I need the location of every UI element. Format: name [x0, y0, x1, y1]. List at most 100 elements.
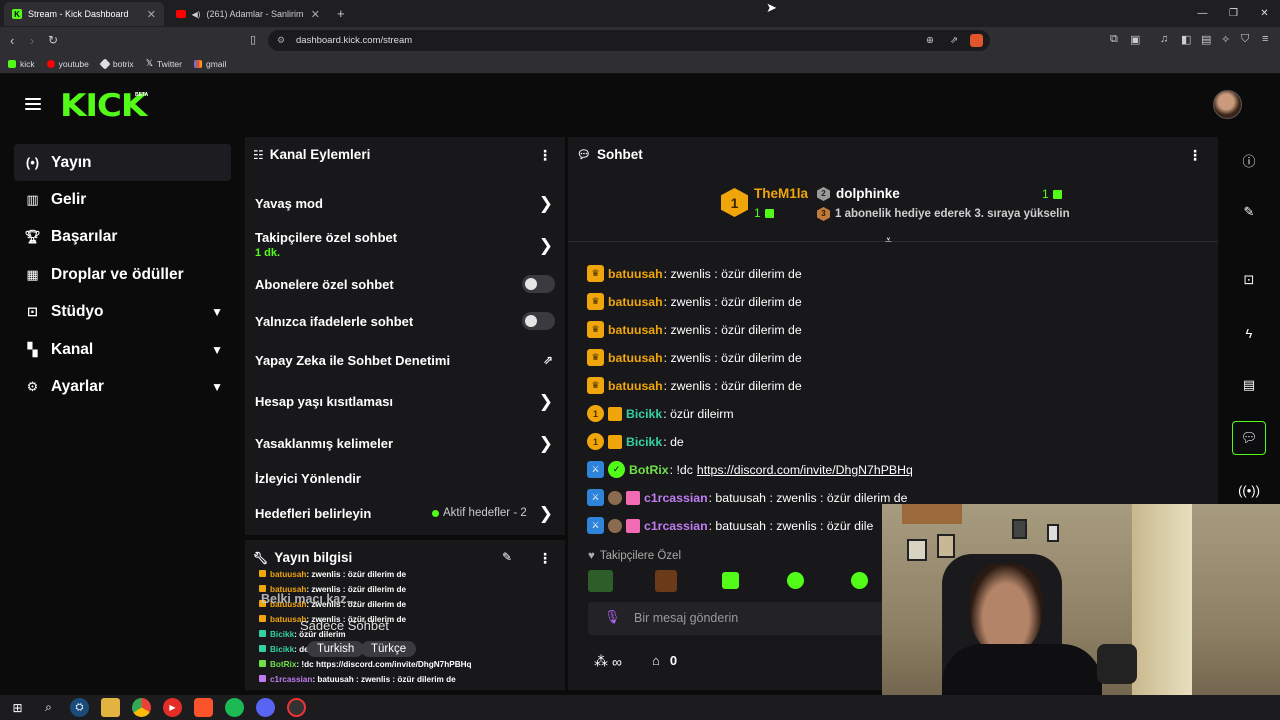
media-player-icon[interactable]: ▶	[163, 698, 182, 717]
sidebar-item-basarilar[interactable]: 🏆︎ Başarılar	[14, 218, 231, 255]
info-icon[interactable]: ⓘ	[1232, 143, 1266, 177]
screenshot-icon[interactable]: ▣	[1130, 33, 1140, 46]
music-icon[interactable]: ♫	[1160, 33, 1168, 45]
kick-logo[interactable]: KICK	[60, 88, 147, 124]
user-avatar[interactable]	[1213, 90, 1242, 119]
chat-username[interactable]: batuusah	[608, 267, 663, 281]
leo-ai-icon[interactable]: ✧	[1221, 33, 1230, 46]
age-restriction-row[interactable]: Hesap yaşı kısıtlaması ❯	[255, 392, 555, 411]
restore-icon[interactable]: ❐	[1218, 0, 1249, 27]
close-tab-icon[interactable]: ✕	[147, 8, 156, 21]
bookmark-icon[interactable]: ▯	[250, 33, 256, 46]
sidebar-item-ayarlar[interactable]: ⚙ Ayarlar ▼	[14, 368, 231, 405]
mini-chat-line: c1rcassian: batuusah : zwenlis : özür di…	[259, 672, 472, 687]
redirect-row[interactable]: İzleyici Yönlendir	[255, 471, 555, 486]
leader-1-name[interactable]: TheM1la	[754, 186, 808, 201]
chat-username[interactable]: BotRix	[629, 463, 669, 477]
spotify-icon[interactable]	[225, 698, 244, 717]
capture-icon[interactable]: ⊡	[1232, 263, 1266, 297]
chat-link[interactable]: https://discord.com/invite/DhgN7hPBHq	[697, 463, 913, 477]
subs-chat-row: Abonelere özel sohbet	[255, 275, 555, 293]
windows-start-icon[interactable]: ⊞	[8, 698, 27, 717]
wallet-icon[interactable]: ▤	[1201, 33, 1211, 46]
chat-username[interactable]: Bicikk	[626, 407, 662, 421]
banned-words-row[interactable]: Yasaklanmış kelimeler ❯	[255, 434, 555, 453]
bookmark-kick[interactable]: kick	[8, 59, 35, 69]
chat-rail-icon[interactable]: 💬︎	[1232, 421, 1266, 455]
followers-chat-row[interactable]: Takipçilere özel sohbet 1 dk. ❯	[255, 230, 555, 259]
bookmark-twitter[interactable]: 𝕏 Twitter	[146, 58, 182, 69]
vpn-icon[interactable]: ⛉	[1241, 33, 1249, 46]
bookmark-gmail[interactable]: gmail	[193, 59, 226, 69]
emote-chat-toggle[interactable]	[522, 312, 555, 330]
viewers-count[interactable]: ⁂ ∞	[594, 653, 622, 670]
gift-badge-icon	[608, 406, 622, 421]
bookmark-botrix[interactable]: botrix	[99, 57, 134, 70]
sidebar-item-studyo[interactable]: ⊡ Stüdyo ▼	[14, 293, 231, 330]
broadcast-rail-icon[interactable]: ((•))	[1232, 473, 1266, 507]
share-icon[interactable]: ⇗	[950, 30, 958, 51]
close-tab-icon[interactable]: ✕	[311, 8, 320, 21]
emote-3[interactable]	[722, 572, 739, 589]
collapse-leaderboard-icon[interactable]: ⩡	[885, 233, 892, 248]
ai-moderation-row[interactable]: Yapay Zeka ile Sohbet Denetimi ⇗	[255, 353, 555, 368]
search-icon[interactable]: ⌕	[39, 698, 58, 717]
chat-username[interactable]: c1rcassian	[644, 519, 708, 533]
emote-2[interactable]	[655, 570, 677, 592]
sidebar-toggle-icon[interactable]: ◧	[1181, 33, 1191, 46]
slow-mode-row[interactable]: Yavaş mod ❯	[255, 194, 555, 213]
chat-input[interactable]: 🎙︎ Bir mesaj gönderin	[588, 602, 888, 635]
chat-username[interactable]: batuusah	[608, 323, 663, 337]
back-icon[interactable]: ‹	[10, 33, 14, 48]
sidebar-item-kanal[interactable]: ▚ Kanal ▼	[14, 331, 231, 368]
chrome-icon[interactable]	[132, 698, 151, 717]
lightning-icon[interactable]: ϟ	[1232, 316, 1266, 350]
chat-username[interactable]: batuusah	[608, 351, 663, 365]
tab-kick-dashboard[interactable]: K Stream - Kick Dashboard ✕	[4, 2, 164, 26]
goals-row[interactable]: Hedefleri belirleyin Aktif hedefler - 2 …	[255, 504, 555, 523]
leader-2-name[interactable]: dolphinke	[836, 186, 900, 201]
chat-input-placeholder: Bir mesaj gönderin	[634, 611, 739, 625]
extension-icon[interactable]: ⧉	[1110, 33, 1118, 46]
steam-icon[interactable]: ⛭	[70, 698, 89, 717]
tab-youtube[interactable]: ◀) (261) Adamlar - Sanlirim Birine - ✕	[168, 2, 328, 26]
sidebar-item-droplar[interactable]: ▦ Droplar ve ödüller	[14, 256, 231, 293]
brave-shield-icon[interactable]	[970, 34, 983, 47]
close-window-icon[interactable]: ✕	[1249, 0, 1280, 27]
emote-1[interactable]	[588, 570, 613, 592]
chat-menu-icon[interactable]: ⋮	[1188, 147, 1202, 164]
file-explorer-icon[interactable]	[101, 698, 120, 717]
channel-actions-menu-icon[interactable]: ⋮	[538, 147, 552, 164]
mini-chat-user: Bicikk	[270, 630, 295, 639]
edit-icon[interactable]: ✎	[1232, 195, 1266, 229]
emote-4[interactable]	[787, 572, 804, 589]
store-count[interactable]: ⌂ 0	[652, 653, 677, 668]
chat-username[interactable]: batuusah	[608, 379, 663, 393]
discord-icon[interactable]	[256, 698, 275, 717]
stream-info-menu-icon[interactable]: ⋮	[538, 550, 552, 567]
sidebar-item-gelir[interactable]: ▥ Gelir	[14, 181, 231, 218]
new-tab-button[interactable]: +	[337, 6, 345, 21]
forward-icon[interactable]: ›	[30, 33, 34, 48]
microphone-icon[interactable]: 🎙︎	[604, 609, 621, 625]
notes-icon[interactable]: ▤	[1232, 368, 1266, 402]
emote-5[interactable]	[851, 572, 868, 589]
brave-icon[interactable]	[194, 698, 213, 717]
hamburger-menu-icon[interactable]	[25, 98, 41, 110]
revenue-icon: ▥	[26, 191, 39, 207]
zoom-icon[interactable]: ⊕	[926, 30, 934, 51]
reload-icon[interactable]: ↻	[48, 33, 58, 47]
obs-icon[interactable]	[287, 698, 306, 717]
menu-icon[interactable]: ≡	[1262, 33, 1268, 45]
bookmark-youtube[interactable]: youtube	[46, 59, 89, 69]
url-field[interactable]: ⚙ dashboard.kick.com/stream ⊕ ⇗	[268, 30, 990, 51]
gift-count: 1	[754, 206, 761, 220]
chat-username[interactable]: c1rcassian	[644, 491, 708, 505]
site-settings-icon[interactable]: ⚙	[277, 30, 285, 51]
edit-pencil-icon[interactable]: ✎	[502, 550, 512, 564]
minimize-icon[interactable]: —	[1187, 0, 1218, 27]
chat-username[interactable]: batuusah	[608, 295, 663, 309]
chat-username[interactable]: Bicikk	[626, 435, 662, 449]
sidebar-item-yayin[interactable]: (•) Yayın	[14, 144, 231, 181]
subs-chat-toggle[interactable]	[522, 275, 555, 293]
